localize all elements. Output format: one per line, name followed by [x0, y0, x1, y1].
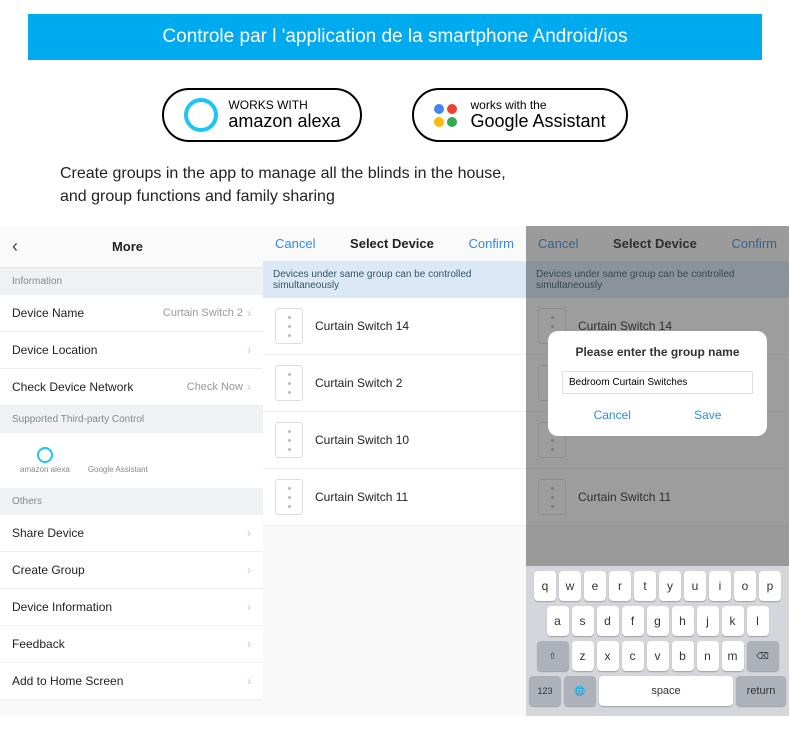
chevron-right-icon: ›	[247, 600, 251, 614]
third-party-row: amazon alexa Google Assistant	[0, 433, 263, 488]
switch-icon	[275, 479, 303, 515]
key-d[interactable]: d	[597, 606, 619, 636]
chevron-right-icon: ›	[247, 306, 251, 320]
banner-title: Controle par l 'application de la smartp…	[28, 14, 762, 60]
key-i[interactable]: i	[709, 571, 731, 601]
key-u[interactable]: u	[684, 571, 706, 601]
third-alexa[interactable]: amazon alexa	[20, 447, 70, 474]
key-y[interactable]: y	[659, 571, 681, 601]
alexa-bot: amazon alexa	[228, 112, 340, 132]
navbar: ‹ More	[0, 226, 263, 268]
key-w[interactable]: w	[559, 571, 581, 601]
key-z[interactable]: z	[572, 641, 594, 671]
google-bot: Google Assistant	[470, 112, 605, 132]
key-l[interactable]: l	[747, 606, 769, 636]
chevron-right-icon: ›	[247, 526, 251, 540]
google-top: works with the	[470, 99, 605, 112]
switch-icon	[275, 422, 303, 458]
row-add-home-screen[interactable]: Add to Home Screen›	[0, 663, 263, 700]
google-badge: works with the Google Assistant	[412, 88, 627, 142]
row-label: Device Name	[12, 306, 84, 320]
confirm-button[interactable]: Confirm	[468, 236, 514, 251]
dialog-title: Please enter the group name	[562, 345, 753, 359]
google-assistant-icon	[434, 104, 460, 127]
key-m[interactable]: m	[722, 641, 744, 671]
key-n[interactable]: n	[697, 641, 719, 671]
chevron-right-icon: ›	[247, 637, 251, 651]
alexa-badge: WORKS WITH amazon alexa	[162, 88, 362, 142]
key-p[interactable]: p	[759, 571, 781, 601]
switch-icon	[275, 365, 303, 401]
key-c[interactable]: c	[622, 641, 644, 671]
row-feedback[interactable]: Feedback›	[0, 626, 263, 663]
cancel-button[interactable]: Cancel	[275, 236, 315, 251]
switch-icon	[275, 308, 303, 344]
section-information: Information	[0, 268, 263, 295]
key-a[interactable]: a	[547, 606, 569, 636]
shift-key[interactable]: ⇧	[537, 641, 569, 671]
group-name-dialog: Please enter the group name Cancel Save	[548, 331, 767, 436]
return-key[interactable]: return	[736, 676, 786, 706]
delete-key[interactable]: ⌫	[747, 641, 779, 671]
device-item[interactable]: Curtain Switch 10	[263, 412, 526, 469]
group-name-input[interactable]	[562, 371, 753, 394]
keyboard: qwertyuiop asdfghjkl ⇧ zxcvbnm ⌫ 123 🌐 s…	[526, 566, 789, 716]
key-f[interactable]: f	[622, 606, 644, 636]
device-item[interactable]: Curtain Switch 2	[263, 355, 526, 412]
globe-key[interactable]: 🌐	[564, 676, 596, 706]
page-title: More	[112, 239, 143, 254]
key-k[interactable]: k	[722, 606, 744, 636]
key-v[interactable]: v	[647, 641, 669, 671]
third-google[interactable]: Google Assistant	[88, 452, 148, 474]
chevron-right-icon: ›	[247, 380, 251, 394]
screen-more: ‹ More Information Device Name Curtain S…	[0, 226, 263, 716]
section-third-party: Supported Third-party Control	[0, 406, 263, 433]
description-text: Create groups in the app to manage all t…	[60, 162, 520, 208]
key-r[interactable]: r	[609, 571, 631, 601]
key-e[interactable]: e	[584, 571, 606, 601]
key-h[interactable]: h	[672, 606, 694, 636]
alexa-icon	[184, 98, 218, 132]
key-o[interactable]: o	[734, 571, 756, 601]
space-key[interactable]: space	[599, 676, 733, 706]
row-device-information[interactable]: Device Information›	[0, 589, 263, 626]
row-share-device[interactable]: Share Device›	[0, 515, 263, 552]
screen-group-name: Cancel Select Device Confirm Devices und…	[526, 226, 789, 716]
back-icon[interactable]: ‹	[12, 236, 18, 257]
dialog-save-button[interactable]: Save	[694, 408, 721, 422]
row-value: Curtain Switch 2	[163, 307, 243, 319]
key-b[interactable]: b	[672, 641, 694, 671]
google-assistant-icon	[111, 452, 125, 463]
screens-container: ‹ More Information Device Name Curtain S…	[0, 226, 790, 716]
key-s[interactable]: s	[572, 606, 594, 636]
info-band: Devices under same group can be controll…	[263, 262, 526, 298]
section-others: Others	[0, 488, 263, 515]
row-label: Check Device Network	[12, 380, 133, 394]
numeric-key[interactable]: 123	[529, 676, 561, 706]
device-item[interactable]: Curtain Switch 14	[263, 298, 526, 355]
row-create-group[interactable]: Create Group›	[0, 552, 263, 589]
badges-row: WORKS WITH amazon alexa works with the G…	[0, 88, 790, 142]
chevron-right-icon: ›	[247, 563, 251, 577]
key-j[interactable]: j	[697, 606, 719, 636]
row-check-network[interactable]: Check Device Network Check Now ›	[0, 369, 263, 406]
page-title: Select Device	[350, 236, 434, 251]
row-label: Device Location	[12, 343, 97, 357]
chevron-right-icon: ›	[247, 674, 251, 688]
navbar: Cancel Select Device Confirm	[263, 226, 526, 262]
row-device-name[interactable]: Device Name Curtain Switch 2 ›	[0, 295, 263, 332]
row-value: Check Now	[187, 381, 243, 393]
key-x[interactable]: x	[597, 641, 619, 671]
alexa-top: WORKS WITH	[228, 99, 340, 112]
key-t[interactable]: t	[634, 571, 656, 601]
key-g[interactable]: g	[647, 606, 669, 636]
key-q[interactable]: q	[534, 571, 556, 601]
screen-select-device: Cancel Select Device Confirm Devices und…	[263, 226, 526, 716]
dialog-cancel-button[interactable]: Cancel	[594, 408, 631, 422]
chevron-right-icon: ›	[247, 343, 251, 357]
row-device-location[interactable]: Device Location ›	[0, 332, 263, 369]
alexa-icon	[37, 447, 53, 463]
device-item[interactable]: Curtain Switch 11	[263, 469, 526, 526]
